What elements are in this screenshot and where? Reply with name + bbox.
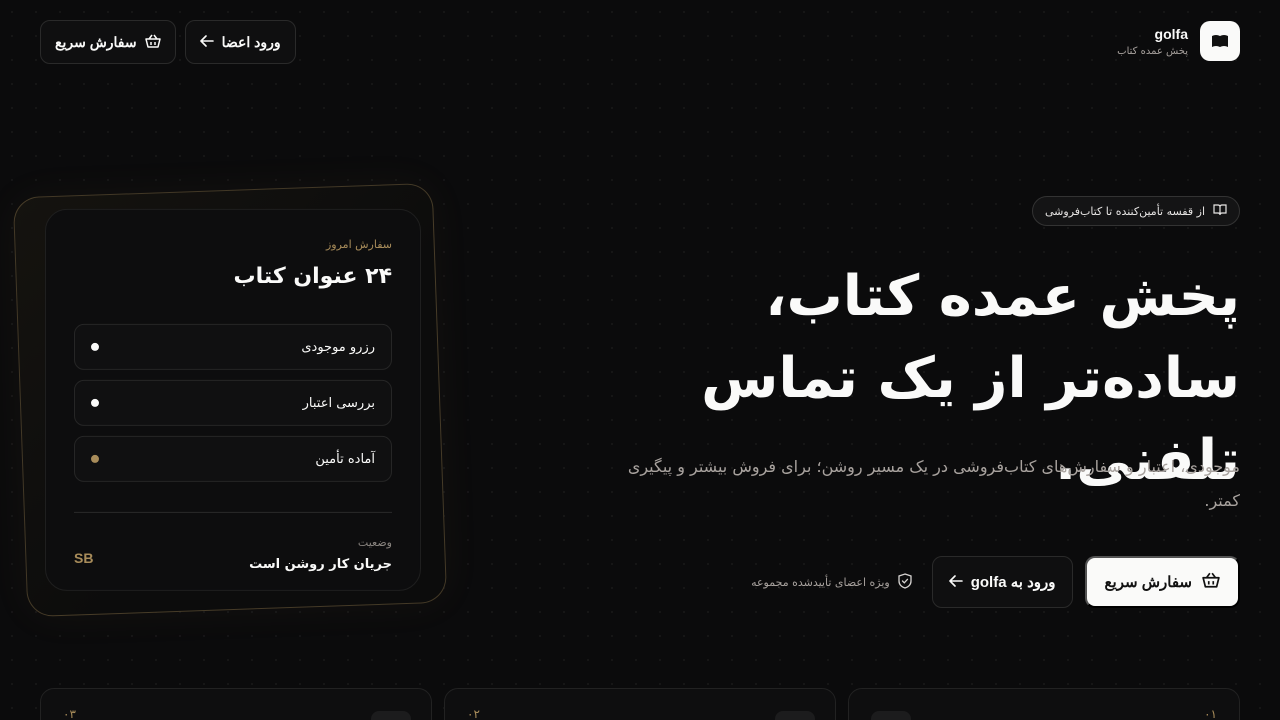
login-to-golfa-label: ورود به golfa (970, 574, 1056, 591)
feature-card-3: ۰۳ (40, 688, 432, 720)
user-initials: SB (73, 549, 94, 566)
order-steps: رزرو موجودی بررسی اعتبار آماده تأمین (73, 323, 392, 482)
step-status-dot (90, 454, 99, 463)
shield-check-icon (898, 572, 912, 592)
brand[interactable]: golfa پخش عمده کتاب (1117, 21, 1240, 61)
member-login-label: ورود اعضا (221, 33, 281, 50)
status-value: جریان کار روشن است (249, 556, 392, 572)
feature-number: ۰۱ (1204, 707, 1217, 720)
header-quick-order-button[interactable]: سفارش سریع (40, 20, 176, 64)
status-label: وضعیت (357, 535, 392, 549)
brand-name: golfa (1154, 25, 1188, 42)
basket-icon (1202, 572, 1220, 592)
cta-row: سفارش سریع ورود به golfa ویژه اعضای تأیی… (751, 556, 1240, 608)
order-card-label: سفارش امروز (325, 237, 392, 251)
feature-icon-chip (871, 711, 911, 720)
step-status-dot (90, 398, 99, 407)
step-label: رزرو موجودی (301, 339, 375, 355)
feature-number: ۰۲ (467, 707, 480, 720)
hero-description: موجودی، اعتبار و سفارش‌های کتاب‌فروشی در… (627, 457, 1240, 510)
feature-card-2: ۰۲ (444, 688, 836, 720)
hero-title-line-1: پخش عمده کتاب، (765, 264, 1240, 329)
card-divider (73, 511, 392, 513)
arrow-left-icon (199, 34, 214, 50)
feature-icon-chip (775, 711, 815, 720)
step-status-dot (90, 342, 99, 351)
arrow-left-icon (948, 574, 963, 591)
quick-order-button[interactable]: سفارش سریع (1084, 556, 1240, 608)
header-actions: سفارش سریع ورود اعضا (40, 20, 296, 64)
feature-icon-chip (371, 711, 411, 720)
status-block: وضعیت جریان کار روشن است (249, 536, 392, 572)
basket-icon (144, 34, 161, 51)
feature-card-1: ۰۱ (848, 688, 1240, 720)
hero-badge: از قفسه تأمین‌کننده تا کتاب‌فروشی (1032, 196, 1240, 226)
brand-tagline: پخش عمده کتاب (1117, 45, 1188, 57)
order-card: سفارش امروز ۲۴ عنوان کتاب رزرو موجودی بر… (12, 182, 448, 618)
order-card-inner: سفارش امروز ۲۴ عنوان کتاب رزرو موجودی بر… (44, 208, 421, 591)
verified-note-text: ویژه اعضای تأییدشده مجموعه (751, 575, 890, 589)
book-icon (1200, 21, 1240, 61)
step-reserve-stock: رزرو موجودی (73, 323, 392, 370)
step-ready-supply: آماده تأمین (73, 435, 392, 482)
order-card-title: ۲۴ عنوان کتاب (233, 263, 392, 289)
header-member-login-button[interactable]: ورود اعضا (184, 20, 296, 64)
quick-order-label: سفارش سریع (1104, 574, 1192, 591)
step-credit-check: بررسی اعتبار (73, 379, 392, 426)
open-book-icon (1213, 203, 1227, 219)
header-quick-order-label: سفارش سریع (55, 33, 137, 50)
login-to-golfa-button[interactable]: ورود به golfa (931, 556, 1073, 608)
step-label: بررسی اعتبار (302, 395, 375, 411)
step-label: آماده تأمین (315, 451, 375, 467)
feature-number: ۰۳ (63, 707, 76, 720)
hero-badge-text: از قفسه تأمین‌کننده تا کتاب‌فروشی (1045, 204, 1205, 218)
verified-note: ویژه اعضای تأییدشده مجموعه (751, 572, 912, 592)
